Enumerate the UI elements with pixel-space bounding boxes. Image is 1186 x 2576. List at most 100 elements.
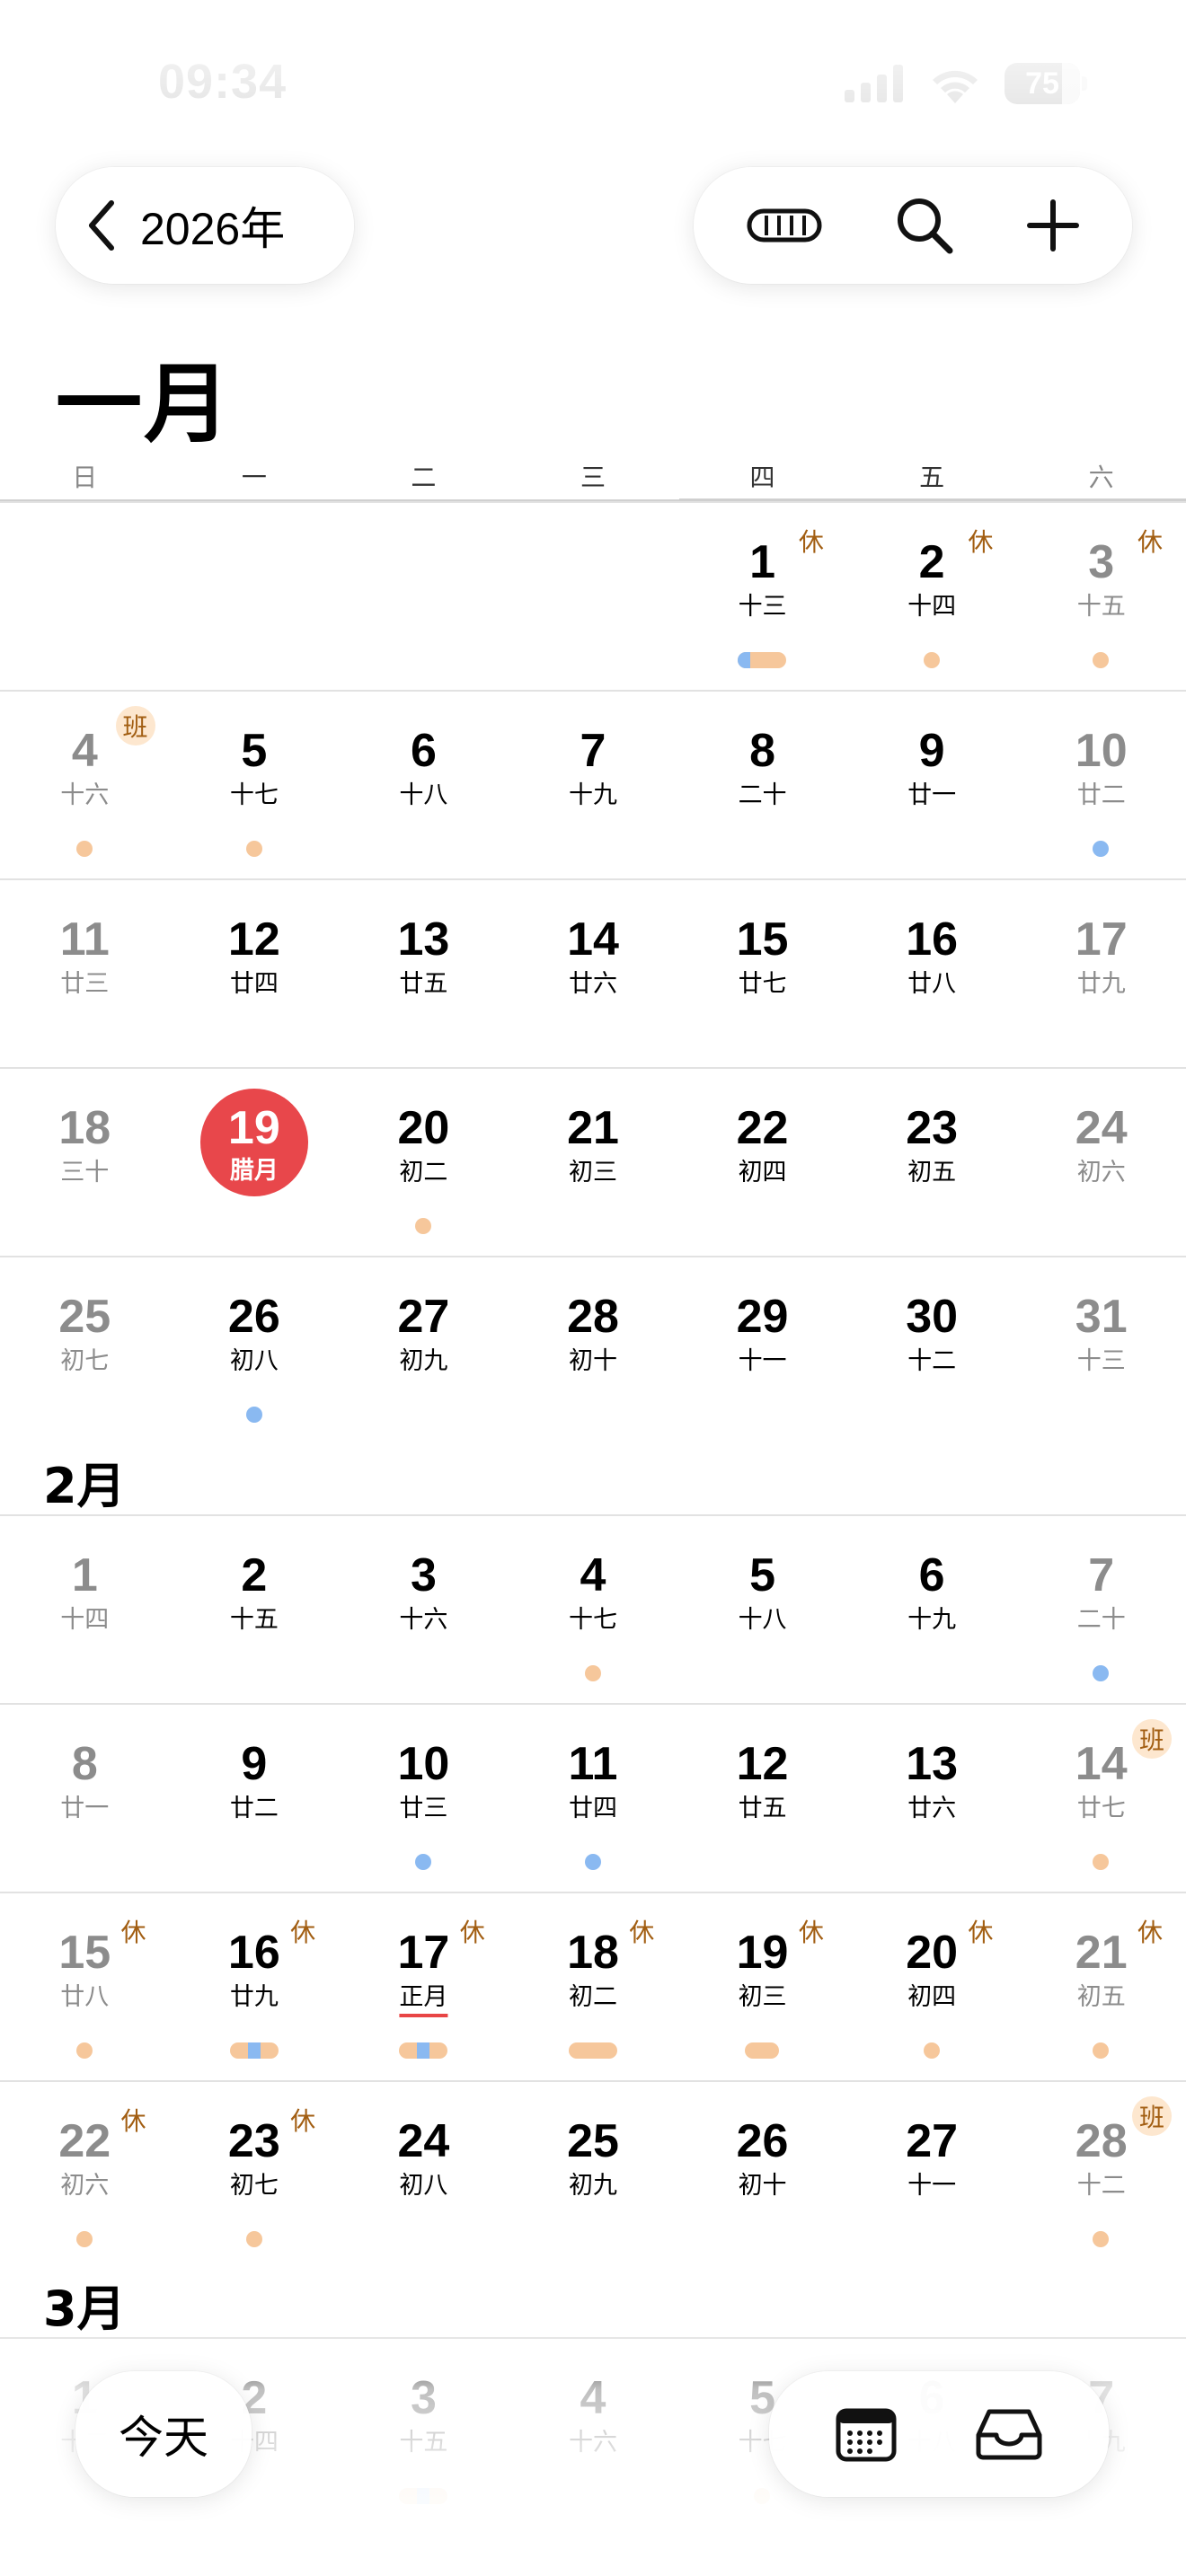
day-cell[interactable]: 12 廿四: [170, 880, 340, 1069]
day-number: 2: [241, 1549, 268, 1601]
day-cell[interactable]: 7 二十: [1016, 1516, 1186, 1705]
day-cell[interactable]: 14 廿六: [509, 880, 678, 1069]
calendar-icon[interactable]: [836, 2406, 897, 2462]
day-cell[interactable]: 4 十七: [509, 1516, 678, 1705]
day-cell[interactable]: 13 廿五: [339, 880, 509, 1069]
day-cell[interactable]: 21 初五休: [1016, 1893, 1186, 2082]
holiday-badge: 休: [968, 1918, 994, 1947]
day-cell[interactable]: 6 十九: [847, 1516, 1017, 1705]
day-cell[interactable]: 23 初五: [847, 1069, 1017, 1257]
day-cell[interactable]: 11 廿三: [0, 880, 170, 1069]
day-cell[interactable]: 9 廿二: [170, 1705, 340, 1893]
day-cell[interactable]: 22 初四: [677, 1069, 847, 1257]
day-cell[interactable]: 4 十六: [509, 2339, 678, 2527]
day-cell[interactable]: 18 三十: [0, 1069, 170, 1257]
weekday-label: 五: [919, 463, 945, 492]
day-cell[interactable]: 17 正月休: [339, 1893, 509, 2082]
weekday-label: 六: [1088, 463, 1114, 492]
day-cell[interactable]: 8 二十: [677, 692, 847, 880]
lunar-date: 初五: [907, 1159, 957, 1187]
day-cell[interactable]: 12 廿五: [677, 1705, 847, 1893]
day-cell[interactable]: 2 十四休: [847, 503, 1017, 692]
day-cell[interactable]: 26 初十: [677, 2082, 847, 2271]
add-icon[interactable]: [1027, 199, 1080, 251]
day-cell[interactable]: 10 廿三: [339, 1705, 509, 1893]
day-cell[interactable]: 25 初七: [0, 1257, 170, 1446]
day-cell[interactable]: 26 初八: [170, 1257, 340, 1446]
lunar-date: 十九: [568, 781, 617, 809]
holiday-badge: 休: [120, 2106, 146, 2136]
day-cell[interactable]: 15 廿八休: [0, 1893, 170, 2082]
day-cell[interactable]: 13 廿六: [847, 1705, 1017, 1893]
lunar-date: 十一: [907, 2172, 957, 2200]
battery-icon: 75: [1005, 63, 1087, 104]
holiday-badge: 休: [120, 1918, 146, 1947]
back-to-year-button[interactable]: 2026年: [56, 167, 354, 284]
day-cell[interactable]: 21 初三: [509, 1069, 678, 1257]
day-cell[interactable]: 3 十五: [339, 2339, 509, 2527]
day-cell[interactable]: 22 初六休: [0, 2082, 170, 2271]
day-cell[interactable]: 5 十八: [677, 1516, 847, 1705]
day-cell[interactable]: 8 廿一: [0, 1705, 170, 1893]
lunar-date: 初三: [568, 1159, 617, 1187]
day-cell[interactable]: 11 廿四: [509, 1705, 678, 1893]
view-mode-icon[interactable]: [747, 208, 822, 243]
day-cell[interactable]: 24 初六: [1016, 1069, 1186, 1257]
day-cell[interactable]: 3 十六: [339, 1516, 509, 1705]
day-cell[interactable]: 24 初八: [339, 2082, 509, 2271]
lunar-date: 廿一: [60, 1795, 110, 1822]
event-dot: [584, 1665, 601, 1681]
day-cell[interactable]: 17 廿九: [1016, 880, 1186, 1069]
week-row: 22 初六休 23 初七休 24 初八 25 初九 26 初十 27 十一 28 十二班: [0, 2080, 1186, 2269]
day-cell[interactable]: 1 十四: [0, 1516, 170, 1705]
day-cell[interactable]: 18 初二休: [509, 1893, 678, 2082]
status-icons: 75: [845, 63, 1087, 104]
day-cell[interactable]: 25 初九: [509, 2082, 678, 2271]
day-cell[interactable]: 1 十三休: [677, 503, 847, 692]
day-cell[interactable]: 4 十六班: [0, 692, 170, 880]
day-cell[interactable]: 19 初三休: [677, 1893, 847, 2082]
day-cell[interactable]: 20 初二: [339, 1069, 509, 1257]
day-cell-today[interactable]: 19 腊月: [170, 1069, 340, 1257]
day-cell[interactable]: 7 十九: [509, 692, 678, 880]
lunar-date: 廿二: [229, 1795, 279, 1822]
day-cell[interactable]: 3 十五休: [1016, 503, 1186, 692]
day-cell[interactable]: 15 廿七: [677, 880, 847, 1069]
day-cell[interactable]: 16 廿九休: [170, 1893, 340, 2082]
month-title: 一月: [56, 354, 232, 454]
day-cell[interactable]: 29 十一: [677, 1257, 847, 1446]
day-cell[interactable]: 28 十二班: [1016, 2082, 1186, 2271]
day-cell[interactable]: 9 廿一: [847, 692, 1017, 880]
inbox-icon[interactable]: [975, 2408, 1043, 2460]
day-cell[interactable]: 31 十三: [1016, 1257, 1186, 1446]
weekday-header: 日 一 二 三 四 五 六: [0, 458, 1186, 501]
weekday-label: 二: [411, 463, 437, 492]
day-cell[interactable]: 16 廿八: [847, 880, 1017, 1069]
day-number: 11: [59, 913, 110, 966]
week-row: 25 初七 26 初八 27 初九 28 初十 29 十一 30 十二 31 十三: [0, 1256, 1186, 1444]
day-number: 9: [241, 1738, 268, 1790]
day-number: 19: [227, 1102, 280, 1154]
day-cell[interactable]: 6 十八: [339, 692, 509, 880]
search-icon[interactable]: [895, 196, 954, 255]
day-number: 8: [71, 1738, 98, 1790]
day-cell[interactable]: 23 初七休: [170, 2082, 340, 2271]
day-number: 7: [580, 725, 606, 777]
weekday-label: 日: [72, 463, 98, 492]
event-dot: [415, 1218, 432, 1234]
day-cell[interactable]: 27 初九: [339, 1257, 509, 1446]
day-cell[interactable]: 14 廿七班: [1016, 1705, 1186, 1893]
weekday-label: 三: [580, 463, 606, 492]
event-dot: [1093, 1665, 1110, 1681]
today-button[interactable]: 今天: [75, 2371, 252, 2497]
day-cell[interactable]: 28 初十: [509, 1257, 678, 1446]
day-cell[interactable]: 10 廿二: [1016, 692, 1186, 880]
lunar-date: 十五: [229, 1606, 279, 1634]
day-cell[interactable]: 2 十五: [170, 1516, 340, 1705]
day-cell[interactable]: 20 初四休: [847, 1893, 1017, 2082]
lunar-date: 十二: [907, 1347, 957, 1375]
day-cell[interactable]: 30 十二: [847, 1257, 1017, 1446]
day-number: 16: [906, 913, 959, 966]
day-cell[interactable]: 27 十一: [847, 2082, 1017, 2271]
day-cell[interactable]: 5 十七: [170, 692, 340, 880]
